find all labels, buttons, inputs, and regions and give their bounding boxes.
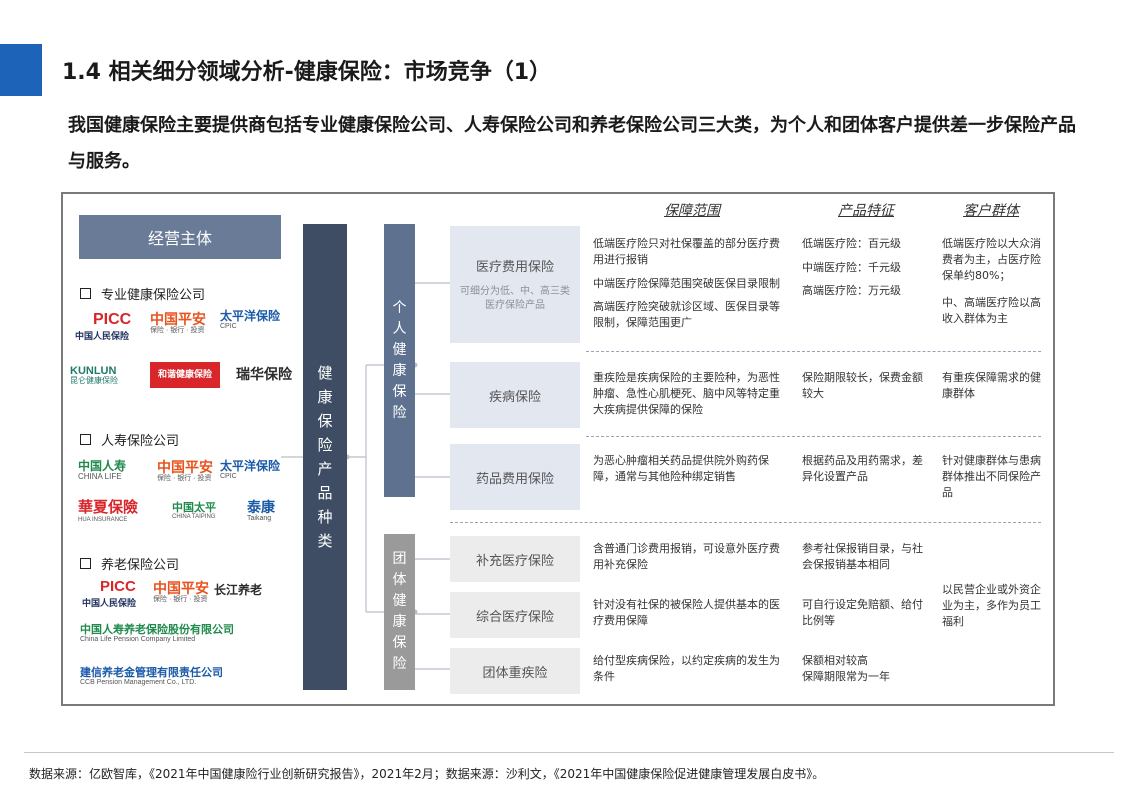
huaxia-logo: 華夏保險 HUA INSURANCE	[78, 499, 139, 523]
checkbox-icon	[80, 558, 91, 569]
org-header: 经营主体	[79, 215, 281, 259]
feature-disease: 保险期限较长，保费金额较大	[802, 371, 923, 400]
taiping-logo: 中国太平 CHINA TAIPING	[172, 502, 216, 521]
feature-supplementary: 参考社保报销目录，与社会保报销基本相同	[802, 542, 923, 571]
product-medical-expense: 医疗费用保险 可细分为低、中、高三类医疗保险产品	[450, 226, 580, 343]
kunlun-logo: KUNLUN 昆仑健康保险	[70, 365, 118, 386]
cpic-logo: 太平洋保险 CPIC	[220, 309, 281, 331]
scope-drug: 为恶心肿瘤相关药品提供院外购药保障，通常与其他险种绑定销售	[593, 454, 769, 483]
customer-drug: 针对健康群体与患病群体推出不同保险产品	[942, 454, 1041, 499]
scope-medical-2: 中端医疗险保障范围突破医保目录限制	[593, 277, 780, 290]
picc-logo-sub: 中国人民保险	[75, 331, 130, 341]
changjiang-logo: 长江养老	[214, 583, 263, 597]
row-divider	[586, 436, 1041, 437]
checkbox-icon	[80, 434, 91, 445]
customer-disease: 有重疾保障需求的健康群体	[942, 371, 1041, 400]
product-disease: 疾病保险	[450, 362, 580, 428]
column-header-scope: 保障范围	[664, 203, 720, 219]
pingan-logo-3: 中国平安 保险 · 银行 · 投资	[153, 580, 209, 604]
picc-logo-2: PICC	[100, 578, 136, 595]
customer-medical-2: 中、高端医疗险以高收入群体为主	[942, 296, 1041, 325]
feature-comprehensive: 可自行设定免赔额、给付比例等	[802, 598, 923, 627]
footer-divider	[24, 752, 1114, 753]
scope-group-critical: 给付型疾病保险，以约定疾病的发生为条件	[593, 654, 780, 683]
feature-medical-1: 低端医疗险：百元级	[802, 237, 901, 250]
page-subtitle: 我国健康保险主要提供商包括专业健康保险公司、人寿保险公司和养老保险公司三大类，为…	[68, 115, 1076, 172]
scope-comprehensive: 针对没有社保的被保险人提供基本的医疗费用保障	[593, 598, 780, 627]
product-comprehensive-medical: 综合医疗保险	[450, 592, 580, 638]
ruihua-logo: 瑞华保险	[236, 366, 292, 382]
feature-drug: 根据药品及用药需求，差异化设置产品	[802, 454, 923, 483]
group-health-insurance-bar: 团体健康保险	[384, 534, 415, 690]
feature-medical-3: 高端医疗险：万元级	[802, 284, 901, 297]
pingan-logo-2: 中国平安 保险 · 银行 · 投资	[157, 459, 213, 483]
category-life-insurers: 人寿保险公司	[80, 430, 179, 449]
product-type-bar: 健康保险产品种类	[303, 224, 347, 690]
taikang-logo: 泰康 Taikang	[247, 499, 275, 523]
scope-medical-1: 低端医疗险只对社保覆盖的部分医疗费用进行报销	[593, 237, 780, 266]
title-accent-bar	[0, 44, 42, 96]
ccb-pension-logo: 建信养老金管理有限责任公司 CCB Pension Management Co.,…	[80, 667, 223, 687]
personal-health-insurance-bar: 个人健康保险	[384, 224, 415, 497]
column-header-feature: 产品特征	[838, 203, 894, 219]
scope-medical-3: 高端医疗险突破就诊区域、医保目录等限制，保障范围更广	[593, 300, 780, 329]
source-note: 数据来源：亿欧智库，《2021年中国健康险行业创新研究报告》，2021年2月；数…	[29, 767, 825, 781]
cpic-logo-2: 太平洋保险 CPIC	[220, 459, 281, 481]
customer-medical-1: 低端医疗险以大众消费者为主，占医疗险保单约80%；	[942, 237, 1041, 282]
feature-medical-2: 中端医疗险：千元级	[802, 261, 901, 274]
row-divider	[586, 351, 1041, 352]
pingan-logo: 中国平安 保险 · 银行 · 投资	[150, 311, 206, 335]
customer-group: 以民营企业或外资企业为主，多作为员工福利	[942, 583, 1041, 628]
category-pension-insurers: 养老保险公司	[80, 554, 179, 573]
scope-supplementary: 含普通门诊费用报销，可设意外医疗费用补充保险	[593, 542, 780, 571]
feature-group-critical-2: 保障期限常为一年	[802, 670, 890, 683]
product-group-critical-illness: 团体重疾险	[450, 648, 580, 694]
chinalife-logo: 中国人寿 CHINA LIFE	[78, 459, 127, 482]
checkbox-icon	[80, 288, 91, 299]
column-header-customer: 客户群体	[963, 203, 1019, 219]
product-supplementary-medical: 补充医疗保险	[450, 536, 580, 582]
picc-logo-2-sub: 中国人民保险	[82, 598, 137, 608]
section-divider	[450, 522, 1041, 523]
category-health-insurers: 专业健康保险公司	[80, 284, 205, 303]
hexie-logo: 和谐健康保险	[150, 362, 220, 388]
feature-group-critical-1: 保额相对较高	[802, 654, 868, 667]
page-title: 1.4 相关细分领域分析-健康保险：市场竞争（1）	[62, 60, 552, 85]
scope-disease: 重疾险是疾病保险的主要险种，为恶性肿瘤、急性心肌梗死、脑中风等特定重大疾病提供保…	[593, 371, 780, 416]
clpension-logo: 中国人寿养老保险股份有限公司 China Life Pension Company…	[80, 624, 234, 644]
product-drug-expense: 药品费用保险	[450, 444, 580, 510]
picc-logo: PICC	[93, 311, 132, 328]
